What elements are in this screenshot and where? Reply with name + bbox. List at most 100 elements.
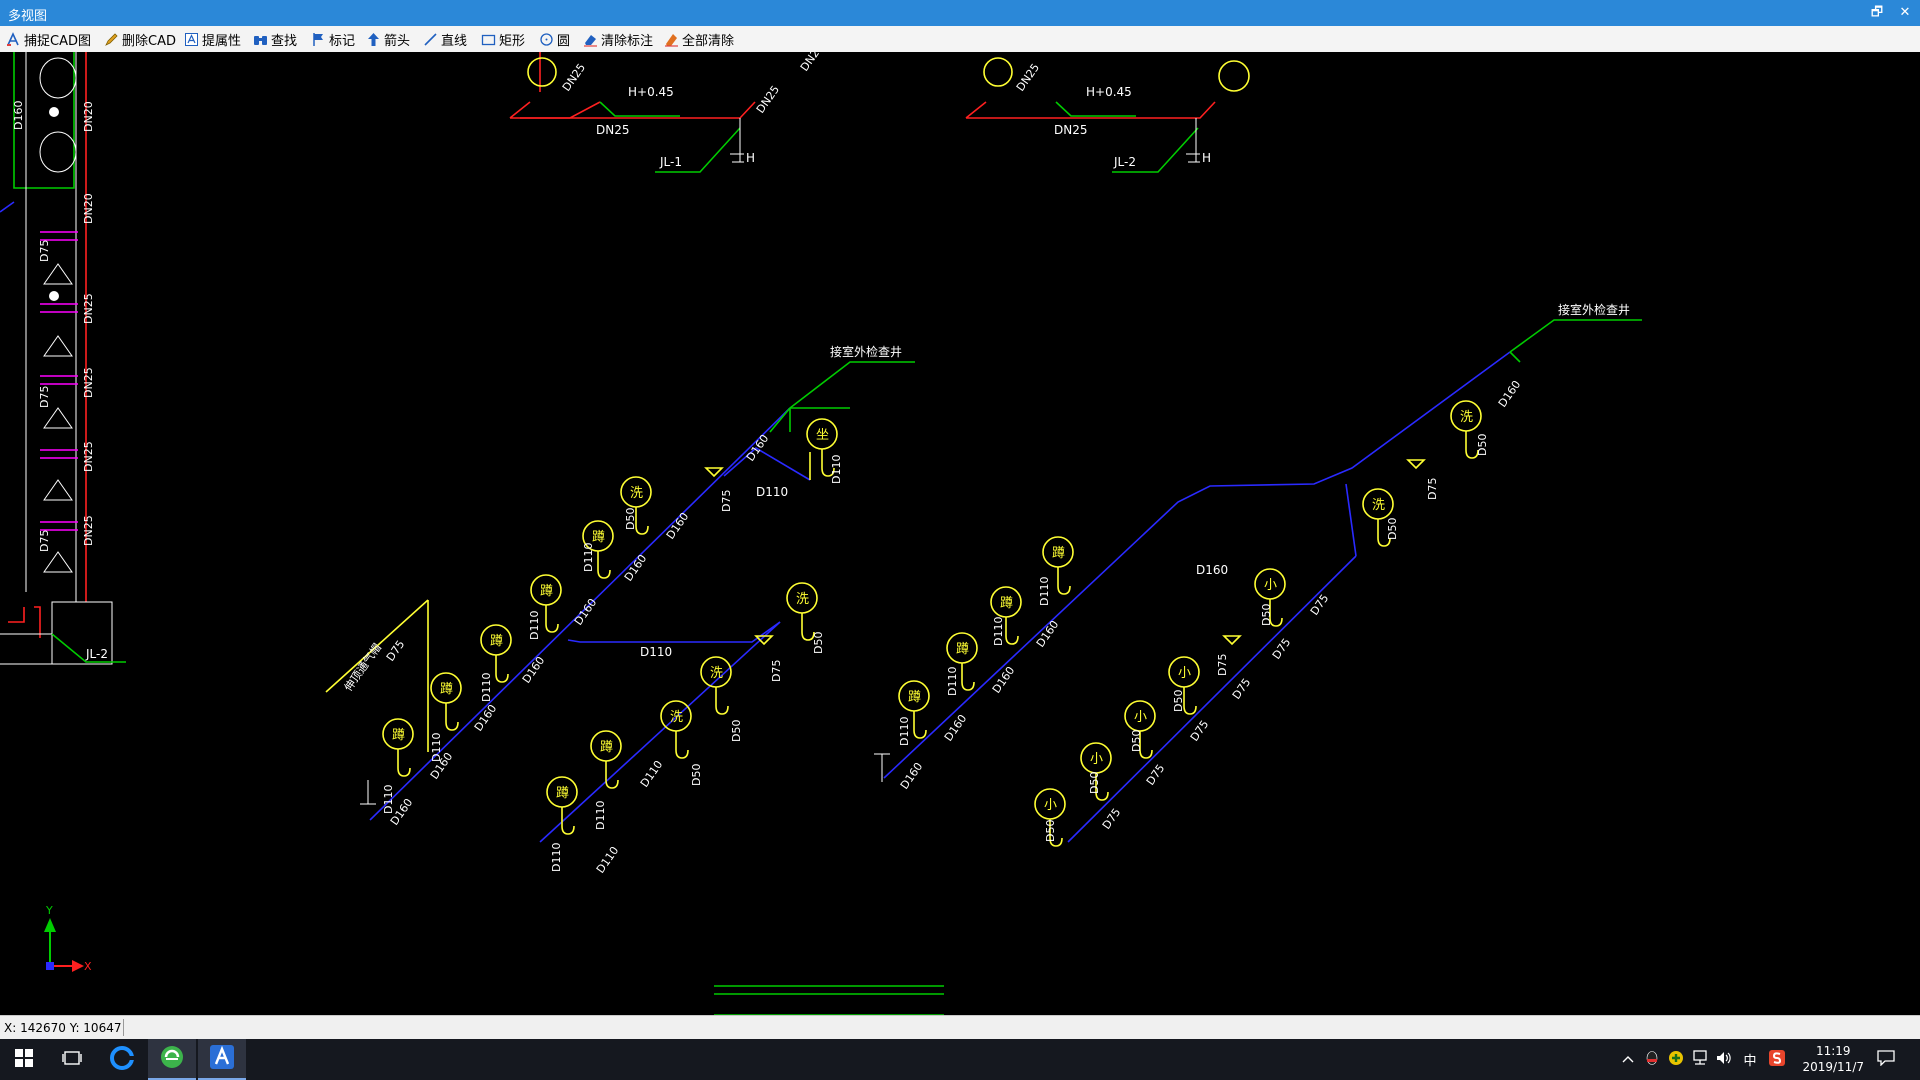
supply-left-dn25-d: DN25 — [798, 52, 826, 74]
delete-cad-button[interactable]: 删除CAD — [104, 30, 176, 49]
clear-annotations-label: 清除标注 — [601, 33, 654, 49]
status-bar: X: 142670 Y: 10647 — [0, 1015, 1920, 1040]
fixture-label-squat: 蹲 — [956, 642, 969, 657]
drain-left-d110-i: D110 — [594, 801, 607, 830]
drain-left-d160-a: D160 — [744, 432, 772, 464]
taskbar-app-viewer[interactable] — [198, 1039, 246, 1080]
strip-label-dn20-2: DN20 — [82, 193, 95, 224]
supply-right-jl2: JL-2 — [1113, 155, 1136, 169]
notification-center-button[interactable] — [1862, 1039, 1910, 1080]
taskbar-edge-browser[interactable] — [98, 1039, 146, 1080]
close-button[interactable]: ✕ — [1894, 3, 1916, 23]
strip-label-dn25-4: DN25 — [82, 515, 95, 546]
fixture-basin-left-d: 洗 — [660, 700, 692, 759]
fixture-label-squat: 蹲 — [1000, 596, 1013, 611]
strip-label-d75-3: D75 — [38, 530, 51, 552]
fixture-squat-left-d: 蹲 — [430, 672, 462, 731]
cad-drawing: 坐洗蹲蹲蹲蹲蹲洗洗洗蹲蹲洗洗蹲蹲蹲蹲小小小小小 D160 DN20DN20D75D… — [0, 52, 1642, 1015]
clear-annotations-button[interactable]: 清除标注 — [583, 30, 654, 49]
supply-left-dn25-a: DN25 — [560, 61, 588, 94]
drain-right-d75-c: D75 — [1216, 654, 1229, 676]
fixture-label-urinal: 小 — [1090, 752, 1103, 767]
mark-button[interactable]: 标记 — [311, 30, 356, 49]
line-label: 直线 — [441, 33, 468, 49]
drain-left-d110-e: D110 — [480, 673, 493, 702]
snap-cad-label: 捕捉CAD图 — [24, 33, 91, 49]
circle-button[interactable]: 圆 — [539, 30, 571, 49]
drain-left-d110-k: D110 — [594, 844, 622, 876]
tray-plus-icon[interactable] — [1664, 1050, 1688, 1070]
drain-left-d110-g: D110 — [382, 785, 395, 814]
drain-right-d75-h: D75 — [1100, 806, 1124, 832]
window-titlebar[interactable]: 多视图 🗗 ✕ — [0, 0, 1920, 26]
ucs-axis-icon — [44, 918, 84, 972]
drain-right-d50-c: D50 — [1260, 604, 1273, 626]
circle-icon — [539, 32, 554, 47]
floor-drain-symbol — [1406, 459, 1426, 470]
drain-right-d75-b: D75 — [1308, 592, 1332, 618]
fixture-label-urinal: 小 — [1264, 578, 1277, 593]
tray-sogou-icon[interactable] — [1764, 1049, 1790, 1071]
extract-attr-button[interactable]: 提属性 — [184, 30, 241, 49]
fixture-label-urinal: 小 — [1044, 798, 1057, 813]
title-underline — [714, 985, 944, 995]
fixture-label-sit: 坐 — [816, 428, 829, 443]
drain-left-d75-a: D75 — [720, 490, 733, 512]
clear-all-button[interactable]: 全部清除 — [664, 30, 734, 49]
fixture-label-wash: 洗 — [630, 486, 643, 501]
toolbar: 捕捉CAD图 删除CAD 提属性 查找 标记 箭头 直线 矩形 圆 清除标注 全… — [0, 26, 1920, 53]
cad-canvas[interactable]: 坐洗蹲蹲蹲蹲蹲洗洗洗蹲蹲洗洗蹲蹲蹲蹲小小小小小 D160 DN20 DN20 D75 D… — [0, 52, 1920, 1015]
drain-right-d160-e: D160 — [942, 712, 970, 744]
drain-right-d160-d: D160 — [990, 664, 1018, 696]
mark-label: 标记 — [329, 33, 356, 49]
circle-label: 圆 — [557, 33, 571, 49]
drain-left-d110-c: D110 — [528, 611, 541, 640]
drain-left-d75-c: D75 — [770, 660, 783, 682]
fixture-label-squat: 蹲 — [908, 690, 921, 705]
edge-browser-icon — [110, 1045, 134, 1074]
drain-left-d50-d: D50 — [690, 764, 703, 786]
fixture-squat-left-g: 蹲 — [546, 776, 578, 835]
clock-date: 2019/11/7 — [1802, 1060, 1864, 1074]
tray-ime-indicator[interactable]: 中 — [1736, 1050, 1764, 1069]
drain-left-d50-a: D50 — [624, 508, 637, 530]
windows-logo-icon — [15, 1048, 33, 1071]
task-view-button[interactable] — [48, 1039, 96, 1080]
text-box-icon — [184, 32, 199, 47]
system-clock[interactable]: 11:19 2019/11/7 — [1802, 1043, 1864, 1075]
supply-left-jl1: JL-1 — [659, 155, 682, 169]
rectangle-button[interactable]: 矩形 — [481, 30, 525, 49]
supply-right-h: H — [1202, 151, 1211, 165]
tray-volume-icon[interactable] — [1712, 1050, 1736, 1070]
drain-left-d160-b: D160 — [664, 510, 692, 542]
restore-button[interactable]: 🗗 — [1866, 3, 1888, 23]
tray-qq-icon[interactable] — [1640, 1050, 1664, 1070]
drain-left-d110-v: D110 — [830, 455, 843, 484]
floor-drain-symbol — [1222, 635, 1242, 646]
strip-label-jl2: JL-2 — [85, 647, 108, 661]
supply-right-dn25-a: DN25 — [1014, 61, 1042, 94]
viewer-app-icon — [209, 1044, 235, 1074]
strip-label-d75: D75 — [38, 240, 51, 262]
tray-network-icon[interactable] — [1688, 1049, 1712, 1070]
arrow-button[interactable]: 箭头 — [366, 30, 410, 49]
taskbar-app-green[interactable] — [148, 1039, 196, 1080]
drain-left-d160-f: D160 — [472, 702, 500, 734]
snap-icon — [6, 31, 21, 47]
fixture-label-squat: 蹲 — [490, 634, 503, 649]
fixture-label-wash: 洗 — [670, 710, 683, 725]
strip-label-dn25-2: DN25 — [82, 367, 95, 398]
drain-left-outdoor: 接室外检查井 — [830, 344, 902, 359]
fixture-label-squat: 蹲 — [440, 682, 453, 697]
tray-overflow-icon[interactable] — [1616, 1052, 1640, 1067]
start-button[interactable] — [0, 1039, 48, 1080]
find-button[interactable]: 查找 — [253, 30, 297, 49]
drain-left-d50-b: D50 — [812, 632, 825, 654]
delete-cad-label: 删除CAD — [122, 33, 176, 49]
window-title: 多视图 — [8, 9, 48, 24]
fixture-label-squat: 蹲 — [540, 584, 553, 599]
snap-cad-button[interactable]: 捕捉CAD图 — [6, 30, 91, 49]
line-button[interactable]: 直线 — [423, 30, 468, 49]
line-icon — [423, 32, 438, 47]
green-app-icon — [160, 1045, 184, 1073]
